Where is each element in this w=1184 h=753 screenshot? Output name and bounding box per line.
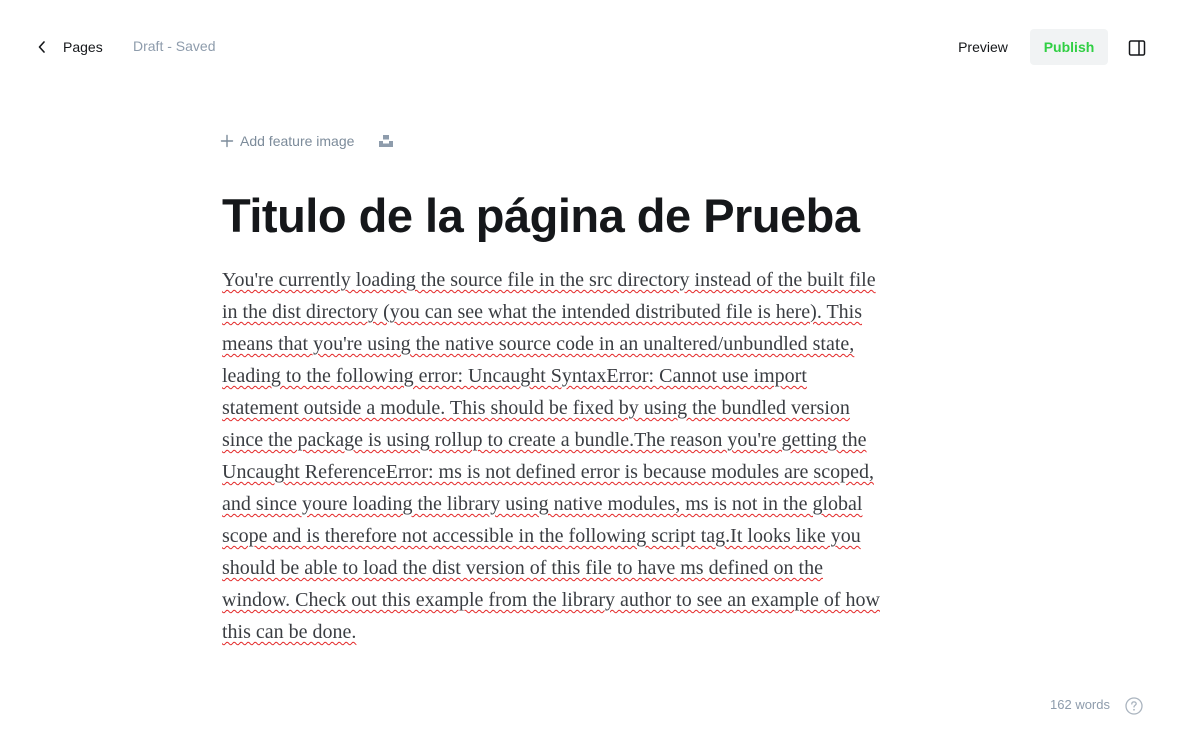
body-text-line: since the package is using rollup to cre… <box>222 429 867 451</box>
add-feature-image-button[interactable]: Add feature image <box>220 133 354 149</box>
save-status: Draft - Saved <box>133 38 216 54</box>
body-text-line: Uncaught ReferenceError: ms is not defin… <box>222 461 874 483</box>
body-text-line: window. Check out this example from the … <box>222 589 880 611</box>
body-text-line: scope and is therefore not accessible in… <box>222 525 861 547</box>
post-body-editor[interactable]: You're currently loading the source file… <box>222 264 962 648</box>
back-link-label: Pages <box>63 39 103 55</box>
unsplash-icon <box>378 134 394 148</box>
back-to-pages-link[interactable]: Pages <box>38 34 103 60</box>
post-title[interactable]: Titulo de la página de Prueba <box>222 186 962 246</box>
sidebar-toggle-icon <box>1126 37 1148 59</box>
chevron-left-icon <box>38 41 46 53</box>
body-text-line: should be able to load the dist version … <box>222 557 823 579</box>
editor-header: Pages Draft - Saved Preview Publish <box>0 0 1184 94</box>
preview-button[interactable]: Preview <box>948 30 1018 64</box>
plus-icon <box>220 134 234 148</box>
word-count: 162 words <box>1050 697 1110 712</box>
body-text-line: and since youre loading the library usin… <box>222 493 863 515</box>
body-text-line: leading to the following error: Uncaught… <box>222 365 807 387</box>
body-text-line: this can be done. <box>222 621 357 643</box>
body-text-line: in the dist directory (you can see what … <box>222 301 863 323</box>
body-text-line: means that you're using the native sourc… <box>222 333 855 355</box>
body-text-line: statement outside a module. This should … <box>222 397 850 419</box>
sidebar-toggle-button[interactable] <box>1126 37 1148 59</box>
help-circle-icon <box>1124 696 1144 716</box>
add-feature-image-label: Add feature image <box>240 133 355 149</box>
publish-button[interactable]: Publish <box>1030 29 1108 65</box>
body-text-line: You're currently loading the source file… <box>222 269 876 291</box>
unsplash-button[interactable] <box>378 134 394 148</box>
help-button[interactable] <box>1124 696 1144 716</box>
feature-image-row: Add feature image <box>220 130 394 152</box>
